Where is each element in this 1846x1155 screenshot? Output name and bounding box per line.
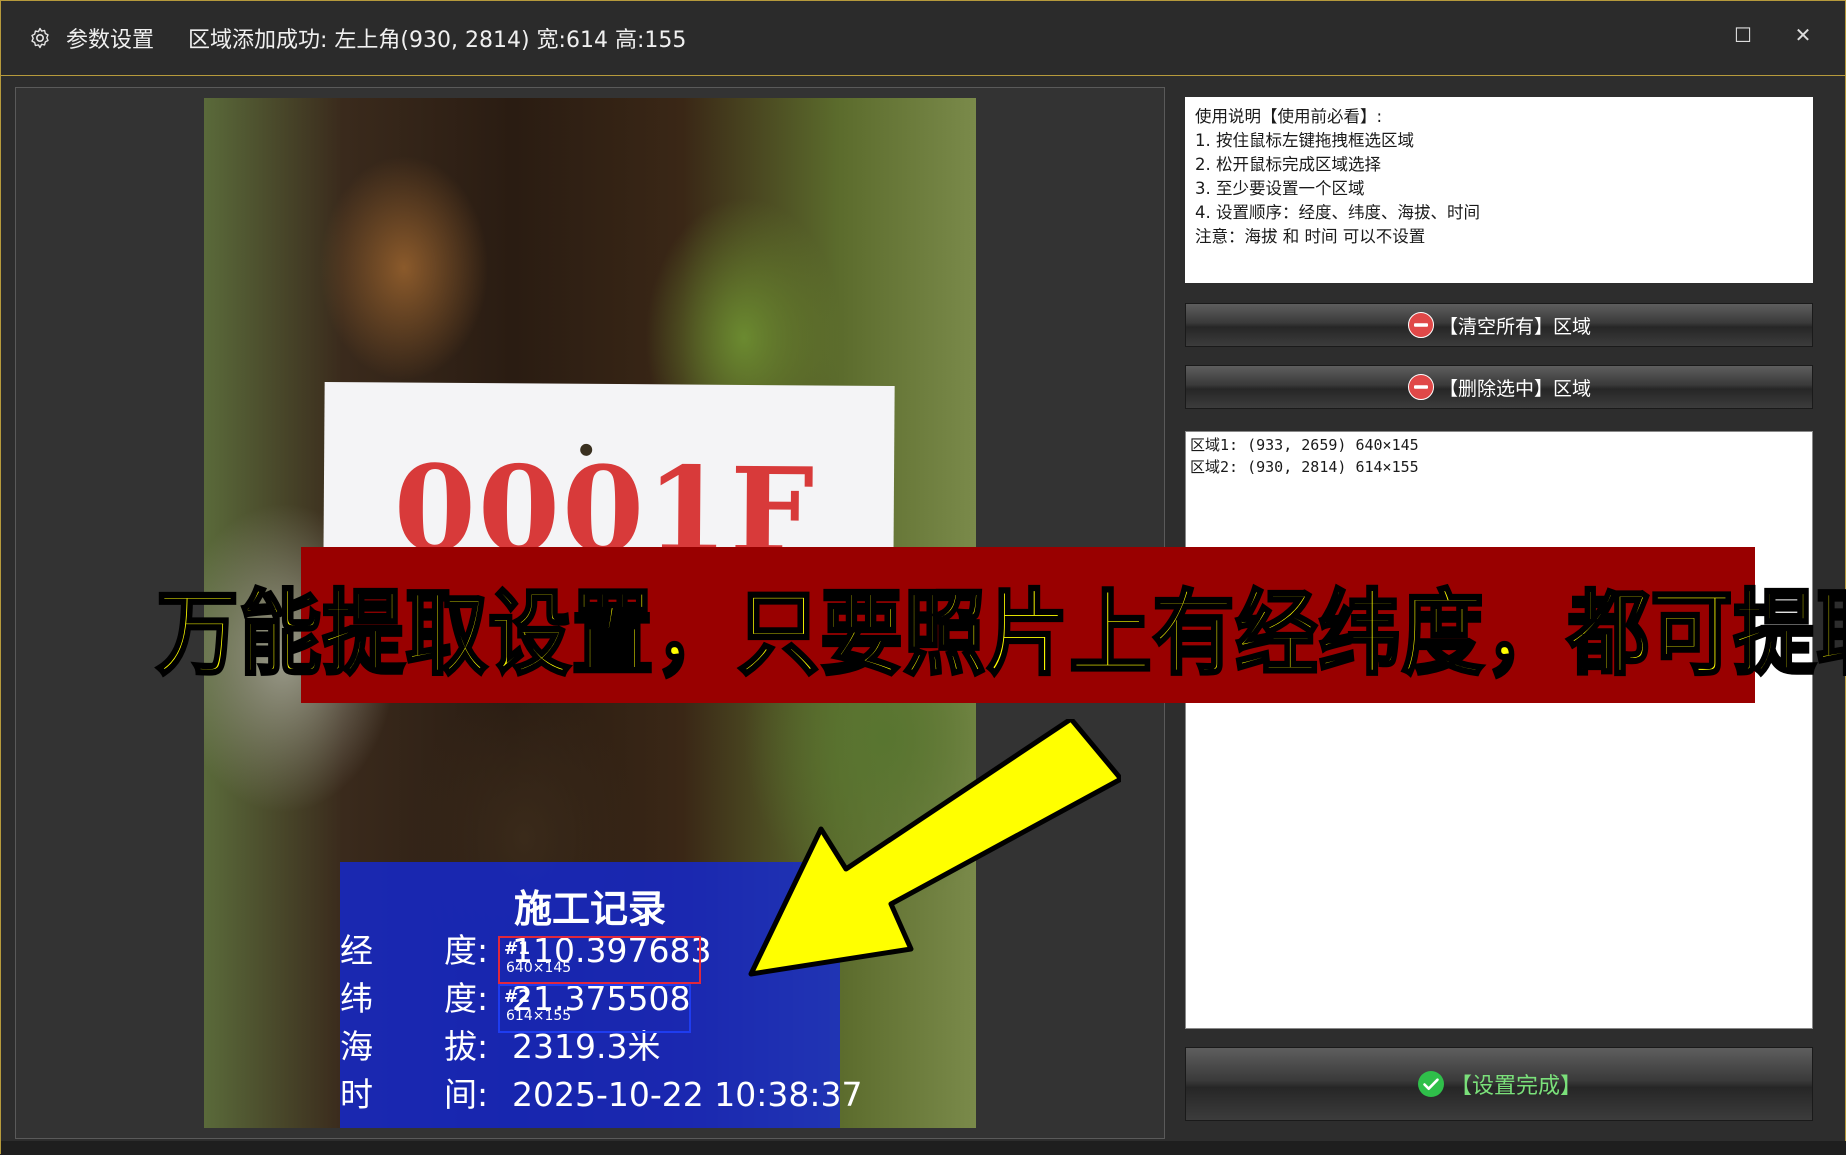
- help-instructions: 使用说明【使用前必看】: 1. 按住鼠标左键拖拽框选区域 2. 松开鼠标完成区域…: [1185, 97, 1813, 283]
- nail: [580, 444, 592, 456]
- row-label: 拔:: [444, 1024, 488, 1070]
- gear-icon: [28, 26, 52, 50]
- row-label: 纬: [340, 976, 373, 1022]
- help-line: 使用说明【使用前必看】:: [1195, 105, 1803, 129]
- button-label: 【设置完成】: [1450, 1068, 1582, 1100]
- list-item[interactable]: 区域2: (930, 2814) 614×155: [1190, 456, 1808, 478]
- window-title: 参数设置: [66, 22, 154, 54]
- minus-circle-icon: [1407, 373, 1435, 401]
- finish-settings-button[interactable]: 【设置完成】: [1185, 1047, 1813, 1121]
- region-list[interactable]: 区域1: (933, 2659) 640×145 区域2: (930, 2814…: [1185, 431, 1813, 1029]
- minus-circle-icon: [1407, 311, 1435, 339]
- help-line: 2. 松开鼠标完成区域选择: [1195, 153, 1803, 177]
- time-value: 2025-10-22 10:38:37: [512, 1072, 862, 1118]
- help-line: 注意：海拔 和 时间 可以不设置: [1195, 225, 1803, 249]
- selection-dims: 640×145: [506, 960, 571, 976]
- maximize-button[interactable]: ☐: [1731, 23, 1755, 47]
- button-label: 【清空所有】区域: [1439, 312, 1591, 339]
- promo-banner: 万能提取设置，只要照片上有经纬度，都可提取: [301, 547, 1755, 703]
- delete-selected-region-button[interactable]: 【删除选中】区域: [1185, 365, 1813, 409]
- check-circle-icon: [1416, 1069, 1446, 1099]
- banner-text: 万能提取设置，只要照片上有经纬度，都可提取: [157, 558, 1846, 691]
- selection-box-2[interactable]: #2 614×155: [498, 984, 691, 1033]
- close-button[interactable]: ✕: [1791, 23, 1815, 47]
- yellow-arrow-icon: [741, 719, 1121, 979]
- row-label: 度:: [444, 976, 488, 1022]
- status-message: 区域添加成功: 左上角(930, 2814) 宽:614 高:155: [188, 22, 686, 54]
- selection-box-1[interactable]: #1 640×145: [498, 936, 701, 984]
- selection-dims: 614×155: [506, 1008, 571, 1024]
- row-label: 经: [340, 928, 373, 974]
- help-line: 4. 设置顺序：经度、纬度、海拔、时间: [1195, 201, 1803, 225]
- help-line: 3. 至少要设置一个区域: [1195, 177, 1803, 201]
- title-bar[interactable]: 参数设置 区域添加成功: 左上角(930, 2814) 宽:614 高:155 …: [1, 1, 1845, 76]
- background-taskbar: [1, 1141, 1846, 1155]
- selection-tag: #2: [504, 988, 530, 1006]
- row-label: 间:: [444, 1072, 488, 1118]
- row-label: 海: [340, 1024, 373, 1070]
- row-label: 度:: [444, 928, 488, 974]
- clear-all-regions-button[interactable]: 【清空所有】区域: [1185, 303, 1813, 347]
- button-label: 【删除选中】区域: [1439, 374, 1591, 401]
- row-label: 时: [340, 1072, 373, 1118]
- list-item[interactable]: 区域1: (933, 2659) 640×145: [1190, 434, 1808, 456]
- help-line: 1. 按住鼠标左键拖拽框选区域: [1195, 129, 1803, 153]
- settings-window: 参数设置 区域添加成功: 左上角(930, 2814) 宽:614 高:155 …: [0, 0, 1846, 1154]
- selection-tag: #1: [504, 940, 530, 958]
